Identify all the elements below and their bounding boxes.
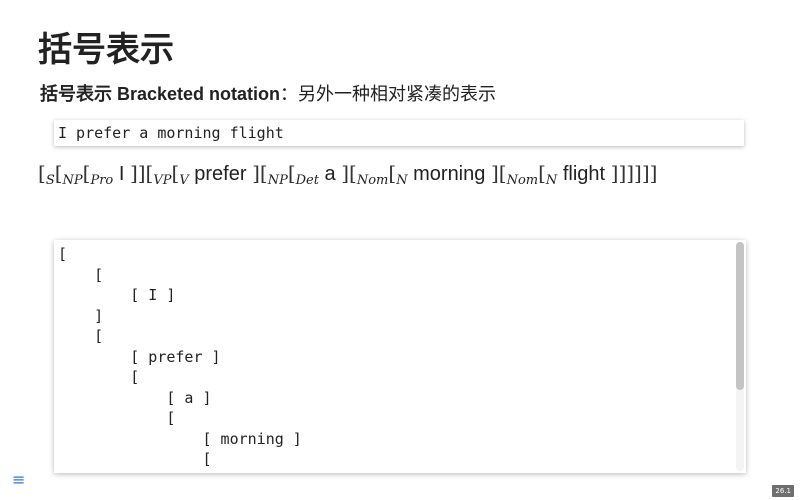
subtitle-description: 另外一种相对紧凑的表示 (298, 84, 497, 105)
label-det: Det (295, 173, 319, 188)
word-flight: flight (557, 163, 611, 185)
subtitle-zh-label: 括号表示 (40, 84, 112, 104)
slide-number: 26.1 (772, 485, 794, 497)
label-vp: VP (153, 173, 172, 188)
code-line: [ (58, 245, 68, 263)
bracket-open: [ (498, 161, 507, 185)
label-np: NP (267, 173, 288, 188)
sentence-code-block: I prefer a morning flight (54, 120, 744, 146)
page-title: 括号表示 (38, 30, 174, 70)
bracket-open: [ (259, 161, 268, 185)
label-v: V (179, 173, 189, 188)
hamburger-menu-icon[interactable]: ≡ (12, 472, 25, 488)
subtitle-colon: ： (280, 84, 299, 105)
label-pro: Pro (90, 173, 114, 188)
label-np: NP (62, 173, 83, 188)
bracket-close: ] (341, 161, 350, 185)
code-lines: [ [ [ I ] ] [ [ prefer ] [ [ a ] [ [ mor… (58, 244, 302, 470)
code-line: [ (58, 450, 212, 468)
label-s: S (45, 173, 55, 188)
bracket-close: ]] (129, 161, 146, 185)
bracket-open: [ (349, 161, 357, 185)
bracket-open: [ (54, 161, 63, 185)
code-line: ] (58, 306, 104, 325)
bracket-open: [ (287, 161, 296, 185)
code-line: [ (58, 265, 104, 284)
bracket-close: ] (252, 161, 260, 185)
bracket-open: [ (38, 161, 46, 185)
code-line: [ (58, 368, 140, 386)
word-prefer: prefer (188, 163, 253, 185)
label-n: N (545, 173, 558, 188)
scrollbar-thumb[interactable] (736, 242, 744, 390)
code-line: [ prefer ] (58, 347, 221, 366)
bracketed-notation: [S[NP[Pro I ]][VP[V prefer ][NP[Det a ][… (38, 157, 657, 189)
label-nom: Nom (356, 173, 389, 188)
subtitle: 括号表示 Bracketed notation：另外一种相对紧凑的表示 (40, 82, 496, 107)
bracket-open: [ (538, 161, 546, 185)
word-i: I (113, 163, 130, 185)
code-line: [ morning ] (58, 429, 302, 448)
sentence-text: I prefer a morning flight (58, 124, 284, 142)
code-line: [ (58, 327, 104, 345)
vertical-scrollbar[interactable] (736, 242, 744, 471)
word-morning: morning (407, 163, 491, 185)
word-a: a (318, 163, 342, 185)
bracket-close: ]]]]]] (610, 161, 658, 185)
code-line: [ I ] (58, 286, 176, 304)
label-n: N (396, 173, 408, 188)
tree-code-block[interactable]: [ [ [ I ] ] [ [ prefer ] [ [ a ] [ [ mor… (54, 240, 746, 473)
bracket-close: ] (490, 161, 499, 185)
code-line: [ (58, 409, 176, 427)
label-nom: Nom (506, 173, 539, 188)
code-line: [ a ] (58, 388, 212, 407)
subtitle-en-label: Bracketed notation (112, 84, 281, 104)
